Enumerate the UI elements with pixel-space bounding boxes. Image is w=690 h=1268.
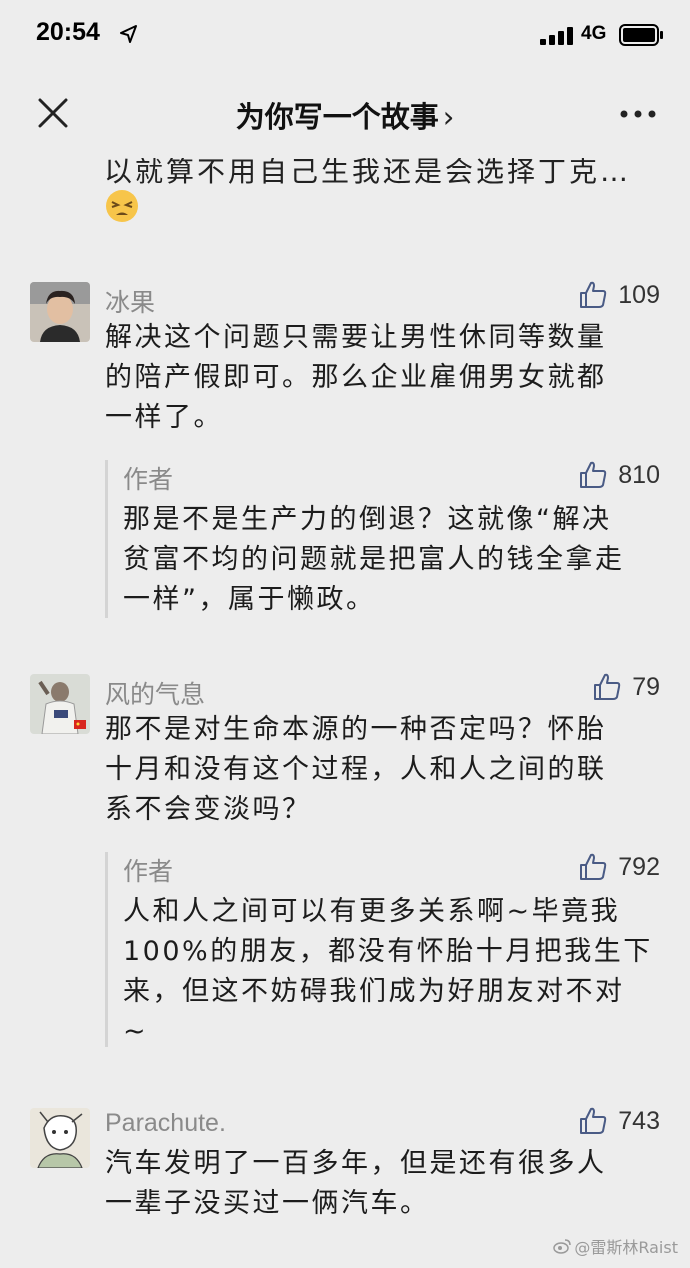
like-button[interactable]: 79 bbox=[592, 672, 660, 702]
article-title[interactable]: 为你写一个故事 › bbox=[0, 94, 690, 136]
author-reply: 作者 792 人和人之间可以有更多关系啊~毕竟我 100%的朋友，都没有怀胎十月… bbox=[105, 852, 670, 1047]
comment-line: 一辈子没买过一俩汽车。 bbox=[105, 1188, 430, 1219]
network-label: 4G bbox=[581, 23, 607, 44]
chevron-right-icon: › bbox=[442, 100, 455, 134]
reply-line: 100%的朋友，都没有怀胎十月把我生下 bbox=[123, 936, 653, 967]
comment-username[interactable]: 冰果 bbox=[105, 283, 155, 319]
status-time: 20:54 bbox=[36, 18, 100, 46]
comments-list[interactable]: 以就算不用自己生我还是会选择丁克… 冰果 109 解决这个问题只需要让男性休同等… bbox=[0, 158, 690, 1268]
author-reply: 作者 810 那是不是生产力的倒退？这就像“解决 贫富不均的问题就是把富人的钱全… bbox=[105, 460, 670, 618]
reply-text: 那是不是生产力的倒退？这就像“解决 贫富不均的问题就是把富人的钱全拿走 一样”，… bbox=[123, 500, 663, 620]
nav-bar: 为你写一个故事 › bbox=[0, 70, 690, 158]
avatar[interactable] bbox=[30, 1108, 90, 1168]
watermark: @雷斯林Raist bbox=[553, 1234, 678, 1258]
comment-username[interactable]: Parachute. bbox=[105, 1109, 226, 1138]
like-count: 810 bbox=[618, 460, 660, 489]
previous-comment-tail: 以就算不用自己生我还是会选择丁克… bbox=[104, 158, 632, 188]
thumbs-up-icon bbox=[580, 461, 607, 488]
reply-author: 作者 bbox=[123, 857, 174, 886]
battery-icon bbox=[619, 24, 663, 46]
reply-text: 人和人之间可以有更多关系啊~毕竟我 100%的朋友，都没有怀胎十月把我生下 来，… bbox=[123, 892, 663, 1052]
avatar[interactable] bbox=[30, 282, 90, 342]
reply-line: 来，但这不妨碍我们成为好朋友对不对 bbox=[123, 976, 625, 1007]
comment-text: 那不是对生命本源的一种否定吗？怀胎 十月和没有这个过程，人和人之间的联 系不会变… bbox=[105, 710, 665, 830]
avatar[interactable] bbox=[30, 674, 90, 734]
reply-line: 一样”，属于懒政。 bbox=[123, 584, 376, 615]
comment-line: 系不会变淡吗？ bbox=[105, 794, 312, 825]
like-button[interactable]: 743 bbox=[578, 1106, 660, 1136]
comment-line: 一样了。 bbox=[105, 402, 223, 433]
reply-line: 那是不是生产力的倒退？这就像“解决 bbox=[123, 504, 612, 535]
comment-line: 那不是对生命本源的一种否定吗？怀胎 bbox=[105, 714, 607, 745]
like-count: 109 bbox=[618, 280, 660, 309]
like-button[interactable]: 810 bbox=[578, 460, 660, 490]
thumbs-up-icon bbox=[580, 1107, 607, 1134]
comment-line: 汽车发明了一百多年，但是还有很多人 bbox=[105, 1148, 607, 1179]
thumbs-up-icon bbox=[580, 281, 607, 308]
comment-line: 十月和没有这个过程，人和人之间的联 bbox=[105, 754, 607, 785]
comment-text: 汽车发明了一百多年，但是还有很多人 一辈子没买过一俩汽车。 bbox=[105, 1144, 665, 1224]
like-button[interactable]: 109 bbox=[578, 280, 660, 310]
like-count: 743 bbox=[618, 1106, 660, 1135]
comment-text: 解决这个问题只需要让男性休同等数量 的陪产假即可。那么企业雇佣男女就都 一样了。 bbox=[105, 318, 665, 438]
comment-line: 解决这个问题只需要让男性休同等数量 bbox=[105, 322, 607, 353]
like-count: 792 bbox=[618, 852, 660, 881]
status-bar: 20:54 4G bbox=[0, 0, 690, 70]
more-dots-icon[interactable] bbox=[620, 110, 656, 118]
reply-line: 人和人之间可以有更多关系啊~毕竟我 bbox=[123, 896, 621, 927]
signal-bars-icon bbox=[540, 27, 573, 45]
weibo-logo-icon bbox=[553, 1239, 572, 1254]
comment-line: 的陪产假即可。那么企业雇佣男女就都 bbox=[105, 362, 607, 393]
thumbs-up-icon bbox=[594, 673, 621, 700]
watermark-text: @雷斯林Raist bbox=[574, 1238, 678, 1257]
reply-line: ~ bbox=[123, 1016, 149, 1047]
location-arrow-icon bbox=[120, 25, 137, 43]
tired-face-emoji-icon bbox=[106, 190, 138, 222]
like-count: 79 bbox=[632, 672, 660, 701]
thumbs-up-icon bbox=[580, 853, 607, 880]
article-title-text: 为你写一个故事 bbox=[235, 100, 439, 134]
reply-author: 作者 bbox=[123, 465, 174, 494]
comment-username[interactable]: 风的气息 bbox=[105, 675, 205, 711]
reply-line: 贫富不均的问题就是把富人的钱全拿走 bbox=[123, 544, 625, 575]
like-button[interactable]: 792 bbox=[578, 852, 660, 882]
